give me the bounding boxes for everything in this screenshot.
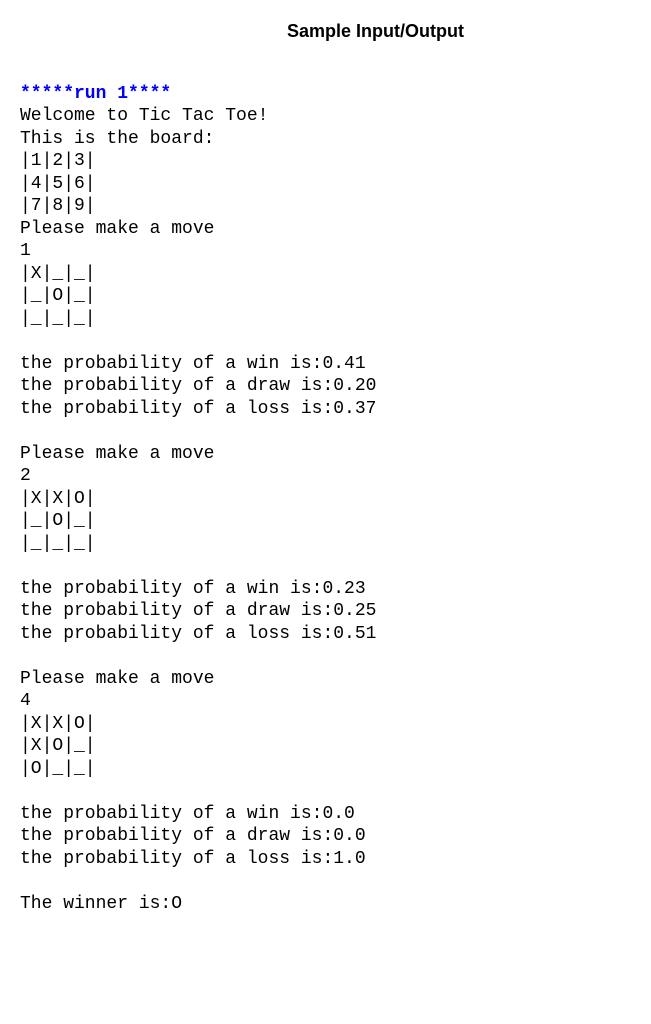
winner-text: The winner is:O xyxy=(20,893,631,916)
move3-input: 4 xyxy=(20,690,631,713)
blank-line xyxy=(20,330,631,353)
move3-prob-win: the probability of a win is:0.0 xyxy=(20,803,631,826)
move2-prob-win: the probability of a win is:0.23 xyxy=(20,578,631,601)
move2-board: |X|X|O| |_|O|_| |_|_|_| xyxy=(20,488,631,556)
move1-prob-win: the probability of a win is:0.41 xyxy=(20,353,631,376)
move2-input: 2 xyxy=(20,465,631,488)
move2-prompt: Please make a move xyxy=(20,443,631,466)
run-header: *****run 1**** xyxy=(20,83,631,106)
move3-prob-loss: the probability of a loss is:1.0 xyxy=(20,848,631,871)
intro-text: Welcome to Tic Tac Toe! This is the boar… xyxy=(20,105,631,150)
blank-line xyxy=(20,555,631,578)
blank-line xyxy=(20,420,631,443)
page-title: Sample Input/Output xyxy=(120,20,631,43)
move1-board: |X|_|_| |_|O|_| |_|_|_| xyxy=(20,263,631,331)
move2-prob-loss: the probability of a loss is:0.51 xyxy=(20,623,631,646)
move1-prob-loss: the probability of a loss is:0.37 xyxy=(20,398,631,421)
move2-prob-draw: the probability of a draw is:0.25 xyxy=(20,600,631,623)
move3-board: |X|X|O| |X|O|_| |O|_|_| xyxy=(20,713,631,781)
move3-prob-draw: the probability of a draw is:0.0 xyxy=(20,825,631,848)
blank-line xyxy=(20,780,631,803)
blank-line xyxy=(20,645,631,668)
move1-input: 1 xyxy=(20,240,631,263)
move1-prompt: Please make a move xyxy=(20,218,631,241)
initial-board: |1|2|3| |4|5|6| |7|8|9| xyxy=(20,150,631,218)
move1-prob-draw: the probability of a draw is:0.20 xyxy=(20,375,631,398)
move3-prompt: Please make a move xyxy=(20,668,631,691)
blank-line xyxy=(20,870,631,893)
